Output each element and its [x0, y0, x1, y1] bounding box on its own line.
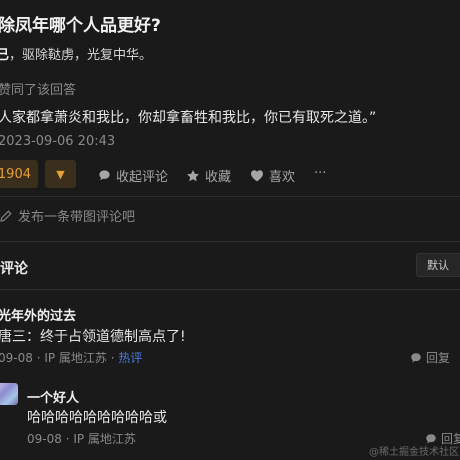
like-button[interactable]: 喜欢: [250, 166, 295, 185]
reply-label: 回复: [426, 351, 451, 365]
divider: [0, 241, 460, 242]
collapse-comments-button[interactable]: 收起评论: [98, 166, 168, 185]
answer-author-line: 已，驱除鞑虏，光复中华。: [0, 44, 152, 63]
comment-icon: [99, 170, 110, 181]
comment-text: 哈哈哈哈哈哈哈哈哈或: [27, 410, 167, 426]
comment-meta: 09-08 · IP 属地江苏: [27, 432, 136, 446]
comment-text: 唐三：终于占领道德制高点了!: [0, 329, 186, 345]
reply-icon: [411, 352, 421, 362]
reply-button[interactable]: 回复: [410, 349, 450, 366]
comments-heading: 评论: [0, 261, 28, 277]
upvote-button[interactable]: 1904: [0, 160, 38, 188]
comment-meta: 09-08 · IP 属地江苏 · 热评: [0, 351, 143, 365]
avatar[interactable]: [0, 383, 18, 405]
answer-time: 2023-09-06 20:43: [0, 134, 116, 149]
answer-quote: 人家都拿萧炎和我比，你却拿畜牲和我比，你已有取死之道。”: [0, 110, 377, 126]
comment-date: 09-08: [27, 432, 62, 446]
more-button[interactable]: ···: [314, 166, 326, 181]
question-title[interactable]: 除凤年哪个人品更好?: [0, 11, 161, 36]
divider: [0, 289, 460, 290]
downvote-button[interactable]: ▼: [45, 160, 76, 188]
comment-location: IP 属地江苏: [73, 432, 136, 446]
comment-location: IP 属地江苏: [44, 351, 107, 365]
favorite-button[interactable]: 收藏: [186, 166, 231, 185]
pen-icon: [0, 209, 12, 222]
collapse-comments-label: 收起评论: [116, 170, 169, 185]
more-icon: ···: [314, 166, 327, 181]
author-name[interactable]: 已: [0, 48, 9, 63]
star-icon: [187, 169, 199, 181]
heart-icon: [251, 170, 263, 182]
divider: [0, 196, 460, 197]
like-label: 喜欢: [269, 170, 296, 185]
comment-author[interactable]: 光年外的过去: [0, 305, 76, 324]
comment-input-placeholder: 发布一条带图评论吧: [18, 210, 136, 225]
comment-author[interactable]: 一个好人: [27, 387, 79, 406]
chevron-down-icon: ▼: [56, 167, 65, 181]
sort-button[interactable]: 默认: [416, 253, 460, 277]
liked-note: 赞同了该回答: [0, 83, 77, 98]
hot-badge: 热评: [118, 351, 143, 365]
upvote-count: 1904: [0, 166, 31, 182]
watermark: @稀土掘金技术社区: [369, 447, 459, 458]
comment-input[interactable]: 发布一条带图评论吧: [0, 206, 135, 225]
comment-date: 09-08: [0, 351, 33, 365]
answer-page: 除凤年哪个人品更好? 已，驱除鞑虏，光复中华。 赞同了该回答 人家都拿萧炎和我比…: [0, 0, 460, 460]
author-bio: ，驱除鞑虏，光复中华。: [9, 48, 153, 63]
sort-label: 默认: [427, 259, 449, 272]
favorite-label: 收藏: [205, 170, 232, 185]
